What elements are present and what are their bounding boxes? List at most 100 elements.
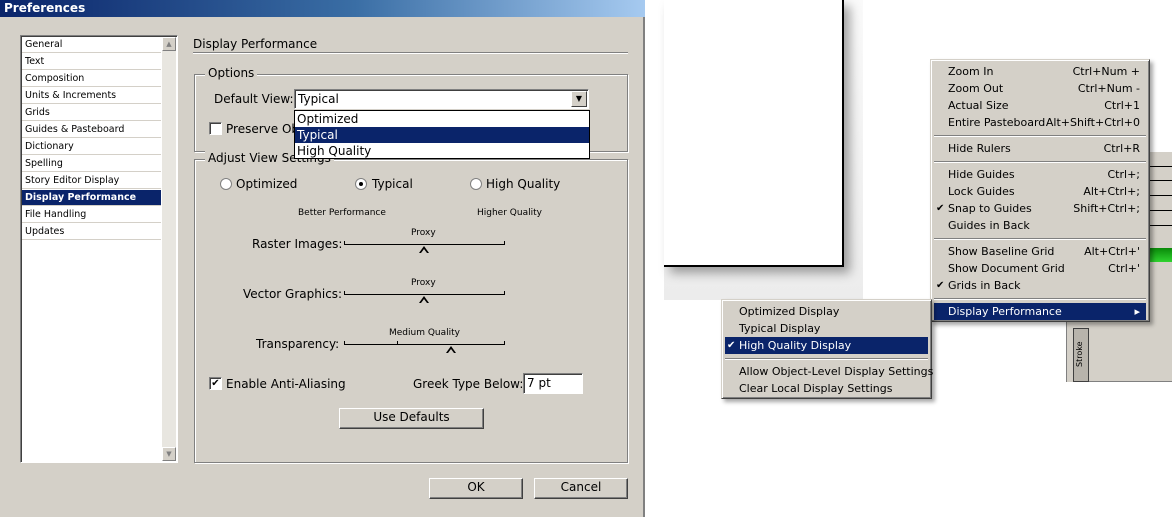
menu-item-show-document-grid[interactable]: Show Document Grid Ctrl+' — [934, 260, 1146, 277]
greek-type-label: Greek Type Below: — [413, 377, 524, 391]
higher-quality-label: Higher Quality — [477, 208, 542, 218]
view-menu[interactable]: Zoom In Ctrl+Num + Zoom Out Ctrl+Num - Act… — [930, 59, 1150, 322]
dropdown-arrow-icon[interactable]: ▼ — [571, 91, 587, 107]
scroll-down-icon[interactable]: ▼ — [162, 447, 176, 461]
category-grids[interactable]: Grids — [22, 105, 161, 121]
submenu-item-clear-local-settings[interactable]: Clear Local Display Settings — [725, 380, 928, 397]
stroke-tab-label: Stroke — [1075, 341, 1084, 368]
category-units-increments[interactable]: Units & Increments — [22, 88, 161, 104]
checkmark-icon: ✔ — [936, 280, 945, 291]
radio-typical[interactable] — [355, 178, 367, 190]
category-updates[interactable]: Updates — [22, 224, 161, 240]
display-performance-submenu[interactable]: Optimized Display Typical Display ✔ High … — [721, 299, 933, 399]
slider-tick — [504, 291, 505, 295]
slider-tick — [397, 341, 398, 345]
ok-button[interactable]: OK — [429, 478, 523, 499]
submenu-item-optimized-display[interactable]: Optimized Display — [725, 303, 928, 320]
vector-value-label: Proxy — [411, 278, 436, 288]
raster-slider-track[interactable] — [344, 244, 505, 245]
menu-separator — [934, 298, 1146, 300]
vector-slider-thumb[interactable] — [419, 296, 429, 303]
default-view-options[interactable]: Optimized Typical High Quality — [294, 110, 590, 159]
category-guides-pasteboard[interactable]: Guides & Pasteboard — [22, 122, 161, 138]
menu-separator — [934, 238, 1146, 240]
transparency-value-label: Medium Quality — [389, 328, 461, 338]
transparency-label: Transparency: — [256, 337, 340, 351]
slider-tick — [504, 241, 505, 245]
preserve-checkbox[interactable] — [209, 122, 222, 135]
preferences-dialog: Preferences General Text Composition Uni… — [0, 0, 645, 517]
panel-line — [1148, 180, 1172, 181]
section-title: Display Performance — [193, 37, 318, 51]
slider-tick — [344, 291, 345, 295]
better-performance-label: Better Performance — [298, 208, 386, 218]
checkmark-icon: ✔ — [727, 340, 736, 351]
option-high-quality[interactable]: High Quality — [295, 143, 589, 159]
category-file-handling[interactable]: File Handling — [22, 207, 161, 223]
menu-item-hide-rulers[interactable]: Hide Rulers Ctrl+R — [934, 140, 1146, 157]
category-dictionary[interactable]: Dictionary — [22, 139, 161, 155]
default-view-label: Default View: — [214, 92, 294, 106]
panel-line — [1148, 195, 1172, 196]
submenu-item-high-quality-display[interactable]: ✔ High Quality Display — [725, 337, 928, 354]
menu-item-entire-pasteboard[interactable]: Entire Pasteboard Alt+Shift+Ctrl+0 — [934, 114, 1146, 131]
category-list[interactable]: General Text Composition Units & Increme… — [20, 35, 178, 463]
category-composition[interactable]: Composition — [22, 71, 161, 87]
submenu-item-typical-display[interactable]: Typical Display — [725, 320, 928, 337]
category-display-performance[interactable]: Display Performance — [22, 190, 161, 206]
greek-type-input[interactable]: 7 pt — [523, 373, 583, 394]
options-legend: Options — [205, 66, 258, 80]
menu-item-display-performance[interactable]: Display Performance ▸ — [934, 303, 1146, 320]
preserve-label: Preserve Ob — [226, 122, 300, 136]
vector-graphics-label: Vector Graphics: — [243, 287, 343, 301]
panel-line — [1148, 225, 1172, 226]
radio-high-quality[interactable] — [470, 178, 482, 190]
dialog-border — [643, 17, 645, 517]
menu-item-guides-in-back[interactable]: Guides in Back — [934, 217, 1146, 234]
use-defaults-button[interactable]: Use Defaults — [339, 408, 484, 429]
menu-separator — [934, 135, 1146, 137]
scroll-up-icon[interactable]: ▲ — [162, 37, 176, 51]
transparency-slider-thumb[interactable] — [446, 346, 456, 353]
category-story-editor-display[interactable]: Story Editor Display — [22, 173, 161, 189]
panel-line — [1148, 166, 1172, 167]
antialias-checkbox[interactable]: ✔ — [209, 377, 222, 390]
raster-slider-thumb[interactable] — [419, 246, 429, 253]
submenu-arrow-icon: ▸ — [1134, 305, 1140, 318]
menu-item-show-baseline-grid[interactable]: Show Baseline Grid Alt+Ctrl+' — [934, 243, 1146, 260]
slider-tick — [344, 341, 345, 345]
stroke-panel-tab[interactable]: Stroke — [1073, 328, 1089, 382]
menu-item-hide-guides[interactable]: Hide Guides Ctrl+; — [934, 166, 1146, 183]
cancel-button[interactable]: Cancel — [534, 478, 628, 499]
dialog-title: Preferences — [4, 1, 86, 15]
slider-tick — [344, 241, 345, 245]
category-spelling[interactable]: Spelling — [22, 156, 161, 172]
menu-item-actual-size[interactable]: Actual Size Ctrl+1 — [934, 97, 1146, 114]
radio-typical-label: Typical — [372, 177, 413, 191]
slider-tick — [504, 341, 505, 345]
title-bar[interactable]: Preferences — [0, 0, 645, 17]
panel-bottom-line — [1089, 381, 1172, 382]
radio-optimized-label: Optimized — [236, 177, 298, 191]
raster-images-label: Raster Images: — [252, 237, 343, 251]
sidebar-scrollbar[interactable]: ▲ ▼ — [162, 37, 176, 461]
default-view-dropdown[interactable]: Typical — [294, 89, 589, 109]
option-typical[interactable]: Typical — [295, 127, 589, 143]
menu-item-zoom-in[interactable]: Zoom In Ctrl+Num + — [934, 63, 1146, 80]
menu-item-lock-guides[interactable]: Lock Guides Alt+Ctrl+; — [934, 183, 1146, 200]
raster-value-label: Proxy — [411, 228, 436, 238]
category-text[interactable]: Text — [22, 54, 161, 70]
menu-item-grids-in-back[interactable]: ✔ Grids in Back — [934, 277, 1146, 294]
menu-item-snap-to-guides[interactable]: ✔ Snap to Guides Shift+Ctrl+; — [934, 200, 1146, 217]
submenu-item-allow-object-level[interactable]: Allow Object-Level Display Settings — [725, 363, 933, 380]
radio-optimized[interactable] — [220, 178, 232, 190]
vector-slider-track[interactable] — [344, 294, 505, 295]
panel-color-swatch — [1150, 248, 1172, 262]
section-divider — [193, 52, 628, 54]
panel-line — [1148, 210, 1172, 211]
menu-item-zoom-out[interactable]: Zoom Out Ctrl+Num - — [934, 80, 1146, 97]
option-optimized[interactable]: Optimized — [295, 111, 589, 127]
radio-high-quality-label: High Quality — [486, 177, 561, 191]
category-general[interactable]: General — [22, 37, 161, 53]
transparency-slider-track[interactable] — [344, 344, 505, 345]
